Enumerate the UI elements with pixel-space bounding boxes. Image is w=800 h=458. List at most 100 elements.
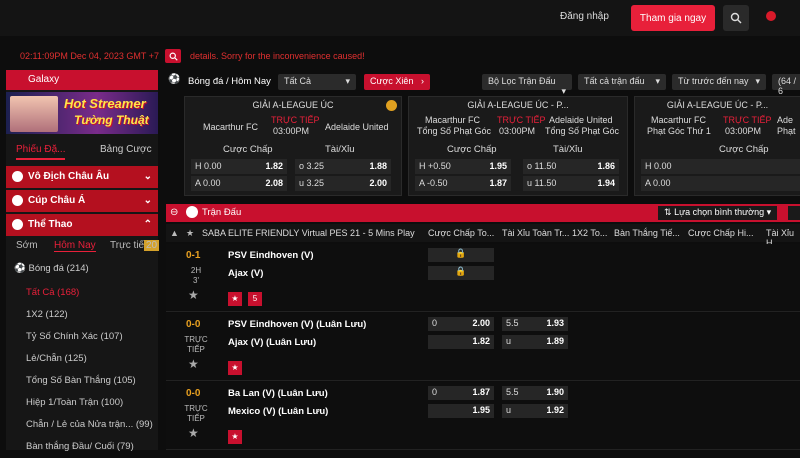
side: o — [299, 161, 305, 171]
search-icon — [730, 12, 742, 24]
sidebar-item-correct-score[interactable]: Tỷ Số Chính Xác (107) — [6, 326, 158, 348]
under-odds[interactable]: u 1.92 — [502, 404, 568, 418]
parlay-button[interactable]: Cược Xiên › — [364, 74, 430, 90]
star-icon[interactable]: ★ — [186, 228, 194, 239]
away-team: Adelaide United — [549, 115, 613, 125]
odds: 1.95 — [489, 161, 507, 171]
page-count[interactable]: (64 / 6 — [772, 74, 800, 96]
odds: 1.90 — [546, 387, 564, 397]
handicap-home-odds[interactable]: 0 2.00 — [428, 317, 494, 331]
featured-match-card[interactable]: GIẢI A-LEAGUE ÚC - P... Macarthur FC Phạ… — [634, 96, 800, 196]
odds-cell[interactable]: A -0.50 1.87 — [415, 176, 511, 191]
odds-cell[interactable]: u 3.25 2.00 — [295, 176, 391, 191]
home-team: Macarthur FC — [203, 122, 259, 132]
favorite-star-button[interactable]: ★ — [228, 292, 242, 306]
line: 0.00 — [654, 161, 672, 171]
odds: 1.86 — [597, 161, 615, 171]
parlay-label: Cược Xiên — [370, 76, 414, 86]
more-bets-button[interactable]: 5 — [248, 292, 262, 306]
sidebar-section-euro[interactable]: Vô Địch Châu Âu ⌄ — [6, 166, 158, 188]
market-select[interactable]: Tất Cả ▾ — [278, 74, 356, 90]
home-subtitle: Tổng Số Phạt Góc — [417, 126, 492, 136]
sports-icon — [12, 219, 23, 230]
away-subtitle: Phạt — [777, 126, 796, 136]
handicap-header: Cược Chấp — [447, 144, 497, 155]
match-filter-value: Bộ Lọc Trận Đấu — [488, 76, 556, 86]
odds-cell[interactable]: A 0.00 2.08 — [191, 176, 287, 191]
away-subtitle: Tổng Số Phạt Góc — [545, 126, 620, 136]
sidebar-item-all[interactable]: Tất Cả (168) — [6, 282, 158, 304]
collapse-icon[interactable]: ⊖ — [170, 207, 178, 218]
sidebar-item-soccer[interactable]: ⚽ Bóng đá (214) — [6, 258, 158, 280]
over-odds[interactable]: 5.5 1.90 — [502, 386, 568, 400]
odds-cell[interactable]: u 11.50 1.94 — [523, 176, 619, 191]
side: H — [645, 161, 652, 171]
line: 11.50 — [534, 161, 557, 171]
soccer-ball-icon: ⚽ — [168, 74, 181, 85]
odds-cell[interactable]: H 0.00 — [641, 159, 800, 174]
match-time: 03:00PM — [725, 126, 762, 136]
favorite-star-button[interactable]: ★ — [228, 430, 242, 444]
tab-early[interactable]: Sớm — [16, 240, 38, 251]
odds: 2.00 — [472, 318, 490, 328]
featured-match-card[interactable]: GIẢI A-LEAGUE ÚC - P... Macarthur FC Tổn… — [408, 96, 628, 196]
odds-cell[interactable]: H +0.50 1.95 — [415, 159, 511, 174]
language-flag-icon[interactable] — [766, 11, 776, 21]
join-button[interactable]: Tham gia ngay — [631, 5, 715, 31]
odds-cell[interactable]: H 0.00 1.82 — [191, 159, 287, 174]
star-icon[interactable]: ★ — [188, 426, 199, 440]
side: A — [645, 178, 651, 188]
sidebar-item-odd-even[interactable]: Lẻ/Chẵn (125) — [6, 348, 158, 370]
search-icon[interactable] — [165, 49, 181, 63]
tab-odds-table[interactable]: Bảng Cược — [100, 144, 152, 155]
under-odds[interactable]: u 1.89 — [502, 335, 568, 349]
over-odds[interactable]: 5.5 1.93 — [502, 317, 568, 331]
collapse-icon[interactable]: ▲ — [170, 228, 179, 238]
sidebar-section-sports[interactable]: Thể Thao ⌃ — [6, 214, 158, 236]
away-team: Ajax (V) — [228, 268, 264, 279]
sidebar-section-asia[interactable]: Cúp Châu Á ⌄ — [6, 190, 158, 212]
top-bar: Đăng nhập Tham gia ngay — [0, 0, 800, 36]
tab-bet-slip[interactable]: Phiếu Đặ... — [16, 144, 66, 160]
search-button[interactable] — [723, 5, 749, 31]
match-filter-select[interactable]: Bộ Lọc Trận Đấu ▾ — [482, 74, 572, 96]
tab-today[interactable]: Hôm Nay — [54, 240, 96, 252]
all-matches-select[interactable]: Tất cả trận đấu ▾ — [578, 74, 666, 90]
sidebar-item-1x2[interactable]: 1X2 (122) — [6, 304, 158, 326]
handicap-home-odds[interactable]: 0 1.87 — [428, 386, 494, 400]
odds: 1.95 — [472, 405, 490, 415]
odds: 1.82 — [472, 336, 490, 346]
odds-cell[interactable]: o 3.25 1.88 — [295, 159, 391, 174]
home-team: PSV Eindhoven (V) (Luân Lưu) — [228, 319, 367, 330]
star-icon[interactable]: ★ — [188, 288, 199, 302]
galaxy-label: Galaxy — [28, 74, 60, 85]
league-title: SABA ELITE FRIENDLY Virtual PES 21 - 5 M… — [202, 228, 415, 238]
handicap-away-odds[interactable]: 1.82 — [428, 335, 494, 349]
match-minute: 3' — [193, 276, 199, 285]
live-status: TIẾP — [187, 414, 205, 423]
galaxy-banner[interactable]: Galaxy — [6, 70, 158, 90]
featured-match-card[interactable]: GIẢI A-LEAGUE ÚC Macarthur FC TRỰC TIẾP … — [184, 96, 402, 196]
sidebar-item-ht-ft[interactable]: Hiệp 1/Toàn Trận (100) — [6, 392, 158, 414]
line: 0.00 — [204, 161, 222, 171]
sidebar-item-half-odd-even[interactable]: Chẵn / Lẻ của Nửa trận... (99) — [6, 414, 158, 436]
match-time: 03:00PM — [273, 126, 310, 136]
hot-streamer-banner[interactable]: Hot Streamer Tường Thuật — [6, 92, 158, 134]
view-mode-select[interactable]: ⇅ Lựa chọn bình thường ▾ — [658, 206, 778, 220]
extra-filter-button[interactable] — [788, 206, 800, 220]
handicap-away-odds[interactable]: 1.95 — [428, 404, 494, 418]
sidebar-item-total-goals[interactable]: Tổng Số Bàn Thắng (105) — [6, 370, 158, 392]
favorite-star-button[interactable]: ★ — [228, 361, 242, 375]
login-link[interactable]: Đăng nhập — [560, 11, 609, 22]
chevron-up-icon: ⌃ — [143, 219, 152, 230]
sidebar-item-first-last-goal[interactable]: Bàn thắng Đầu/ Cuối (79) — [6, 436, 158, 458]
odds-cell[interactable]: o 11.50 1.86 — [523, 159, 619, 174]
side: A — [195, 178, 201, 188]
odds-cell[interactable]: A 0.00 — [641, 176, 800, 191]
view-mode-value: Lựa chọn bình thường — [674, 207, 765, 217]
soccer-ball-icon: ⚽ — [14, 263, 26, 274]
sort-select[interactable]: Từ trước đến nay ▾ — [672, 74, 766, 90]
star-icon[interactable]: ★ — [188, 357, 199, 371]
coin-icon — [386, 100, 397, 111]
home-team: PSV Eindhoven (V) — [228, 250, 314, 261]
